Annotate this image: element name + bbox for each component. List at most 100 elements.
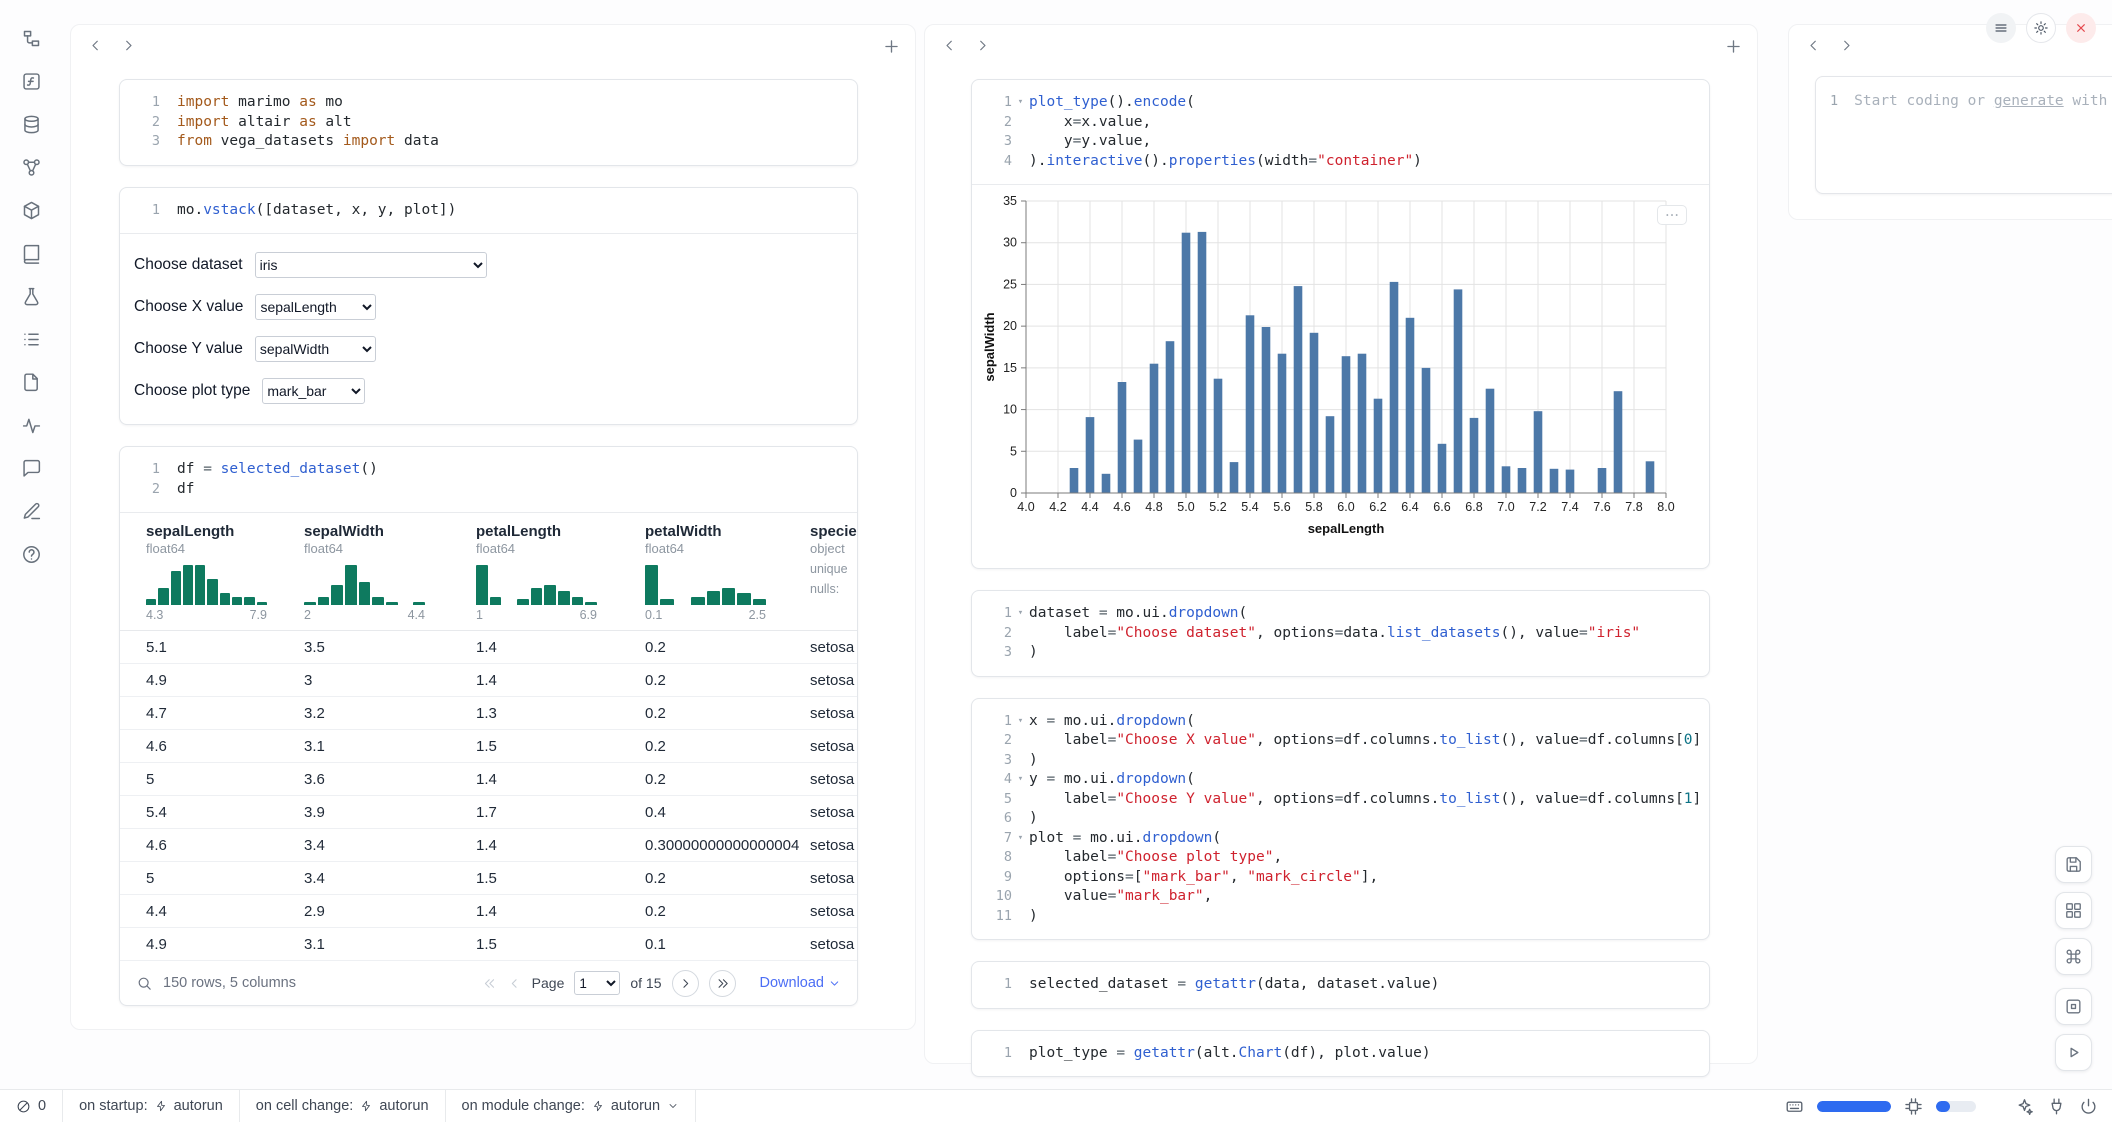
svg-text:5: 5 (1010, 444, 1017, 458)
code-editor-plot-type[interactable]: 1plot_type = getattr(alt.Chart(df), plot… (972, 1031, 1709, 1077)
error-counter[interactable]: 0 (0, 1090, 63, 1122)
x-value-select[interactable]: sepalLength (255, 294, 376, 320)
column1-add-cell-button[interactable] (882, 37, 901, 56)
sidebar-data-sources-button[interactable] (17, 110, 45, 138)
generate-with-ai-link[interactable]: generate (1994, 93, 2064, 109)
column2-add-cell-button[interactable] (1724, 37, 1743, 56)
cell-dataset-dropdown[interactable]: 1▾dataset = mo.ui.dropdown(2 label="Choo… (971, 590, 1710, 677)
help-icon (21, 544, 42, 565)
svg-text:5.2: 5.2 (1209, 500, 1226, 514)
close-button[interactable] (2066, 13, 2096, 43)
code-editor-imports[interactable]: 1import marimo as mo2import altair as al… (120, 80, 857, 165)
memory-button[interactable] (1904, 1097, 1923, 1116)
table-column-header[interactable]: petalWidthfloat640.12.5 (645, 523, 810, 622)
code-editor-dataset-dropdown[interactable]: 1▾dataset = mo.ui.dropdown(2 label="Choo… (972, 591, 1709, 676)
save-button[interactable] (2055, 846, 2092, 883)
last-page-button[interactable] (709, 970, 736, 997)
table-search-button[interactable] (136, 975, 153, 992)
ai-assistant-button[interactable] (2015, 1097, 2034, 1116)
sidebar-rules-button[interactable] (17, 325, 45, 353)
table-row[interactable]: 5.13.51.40.2setosa (120, 631, 857, 664)
sidebar-packages-button[interactable] (17, 196, 45, 224)
on-module-change-value: autorun (611, 1098, 660, 1114)
next-page-button[interactable] (672, 970, 699, 997)
menu-icon (1993, 20, 2009, 36)
run-all-button[interactable] (2055, 1034, 2092, 1071)
sidebar-functions-button[interactable] (17, 67, 45, 95)
table-row[interactable]: 4.42.91.40.2setosa (120, 895, 857, 928)
sidebar-logs-button[interactable] (17, 411, 45, 439)
sidebar-annotate-button[interactable] (17, 497, 45, 525)
layout-grid-button[interactable] (2055, 892, 2092, 929)
table-row[interactable]: 53.41.50.2setosa (120, 862, 857, 895)
table-row[interactable]: 4.931.40.2setosa (120, 664, 857, 697)
cell-altair-plot[interactable]: 1▾plot_type().encode(2 x=x.value,3 y=y.v… (971, 79, 1710, 569)
column2-move-right-button[interactable] (974, 37, 991, 54)
scratchpad-button[interactable] (2055, 988, 2092, 1025)
table-row[interactable]: 4.93.11.50.1setosa (120, 928, 857, 961)
menu-button[interactable] (1986, 13, 2016, 43)
plot-type-select[interactable]: mark_bar (262, 378, 365, 404)
kernel-connection-button[interactable] (2047, 1097, 2066, 1116)
table-row[interactable]: 5.43.91.70.4setosa (120, 796, 857, 829)
code-editor-xy-plot-dropdowns[interactable]: 1▾x = mo.ui.dropdown(2 label="Choose X v… (972, 699, 1709, 940)
sparkle-icon (2015, 1097, 2034, 1116)
chevron-right-icon (1838, 37, 1855, 54)
table-summary: 150 rows, 5 columns (163, 975, 296, 991)
on-startup-autorun-setting[interactable]: on startup: autorun (63, 1090, 240, 1122)
column2-move-left-button[interactable] (941, 37, 958, 54)
on-module-change-autorun-setting[interactable]: on module change: autorun (446, 1090, 697, 1122)
panel-icon-sidebar (0, 0, 62, 1080)
table-column-header[interactable]: sepalLengthfloat644.37.9 (146, 523, 304, 622)
sidebar-help-button[interactable] (17, 540, 45, 568)
sidebar-documentation-button[interactable] (17, 239, 45, 267)
code-editor-vstack[interactable]: 1mo.vstack([dataset, x, y, plot]) (120, 188, 857, 234)
bar-chart[interactable]: 4.04.24.44.64.85.05.25.45.65.86.06.26.46… (980, 191, 1699, 558)
cpu-meter (1817, 1101, 1891, 1112)
sidebar-file-explorer-button[interactable] (17, 24, 45, 52)
sidebar-snippets-button[interactable] (17, 368, 45, 396)
table-row[interactable]: 4.63.11.50.2setosa (120, 730, 857, 763)
first-page-button[interactable] (482, 976, 497, 991)
on-cell-change-autorun-setting[interactable]: on cell change: autorun (240, 1090, 446, 1122)
new-cell-editor[interactable]: 1 Start coding or generate with AI (1815, 76, 2112, 194)
code-editor-plot[interactable]: 1▾plot_type().encode(2 x=x.value,3 y=y.v… (972, 80, 1709, 184)
sidebar-scratchpad-button[interactable] (17, 282, 45, 310)
code-editor-dataframe[interactable]: 1df = selected_dataset()2df (120, 447, 857, 512)
keyboard-button[interactable] (1785, 1097, 1804, 1116)
chevrons-left-icon (482, 976, 497, 991)
cell-imports[interactable]: 1import marimo as mo2import altair as al… (119, 79, 858, 166)
table-column-header[interactable]: sepalWidthfloat6424.4 (304, 523, 476, 622)
chevron-left-icon (507, 976, 522, 991)
settings-button[interactable] (2026, 13, 2056, 43)
download-button[interactable]: Download (760, 975, 842, 991)
prev-page-button[interactable] (507, 976, 522, 991)
dataset-select[interactable]: iris (255, 252, 487, 278)
cell-selected-dataset[interactable]: 1selected_dataset = getattr(data, datase… (971, 961, 1710, 1009)
column1-move-right-button[interactable] (120, 37, 137, 54)
code-editor-selected-dataset[interactable]: 1selected_dataset = getattr(data, datase… (972, 962, 1709, 1008)
svg-text:20: 20 (1003, 319, 1017, 333)
table-row[interactable]: 4.63.41.40.30000000000000004setosa (120, 829, 857, 862)
column1-move-left-button[interactable] (87, 37, 104, 54)
memory-meter-fill (1936, 1101, 1950, 1112)
column3-move-left-button[interactable] (1805, 37, 1822, 54)
table-column-header[interactable]: speciesobjectuniquenulls: (810, 523, 857, 622)
cell-vstack[interactable]: 1mo.vstack([dataset, x, y, plot]) Choose… (119, 187, 858, 426)
cell-xy-plot-dropdowns[interactable]: 1▾x = mo.ui.dropdown(2 label="Choose X v… (971, 698, 1710, 941)
keyboard-shortcuts-button[interactable] (2055, 938, 2092, 975)
page-select[interactable]: 1 (574, 971, 620, 995)
svg-text:10: 10 (1003, 403, 1017, 417)
table-row[interactable]: 53.61.40.2setosa (120, 763, 857, 796)
chart-options-button[interactable] (1657, 205, 1687, 225)
cell-plot-type[interactable]: 1plot_type = getattr(alt.Chart(df), plot… (971, 1030, 1710, 1078)
column3-move-right-button[interactable] (1838, 37, 1855, 54)
sidebar-ai-chat-button[interactable] (17, 454, 45, 482)
y-value-select[interactable]: sepalWidth (255, 336, 376, 362)
shutdown-button[interactable] (2079, 1097, 2098, 1116)
table-row[interactable]: 4.73.21.30.2setosa (120, 697, 857, 730)
cell-dataframe[interactable]: 1df = selected_dataset()2df sepalLengthf… (119, 446, 858, 1006)
sidebar-dependency-graph-button[interactable] (17, 153, 45, 181)
table-column-header[interactable]: petalLengthfloat6416.9 (476, 523, 645, 622)
bar-chart-svg[interactable]: 4.04.24.44.64.85.05.25.45.65.86.06.26.46… (980, 191, 1675, 553)
